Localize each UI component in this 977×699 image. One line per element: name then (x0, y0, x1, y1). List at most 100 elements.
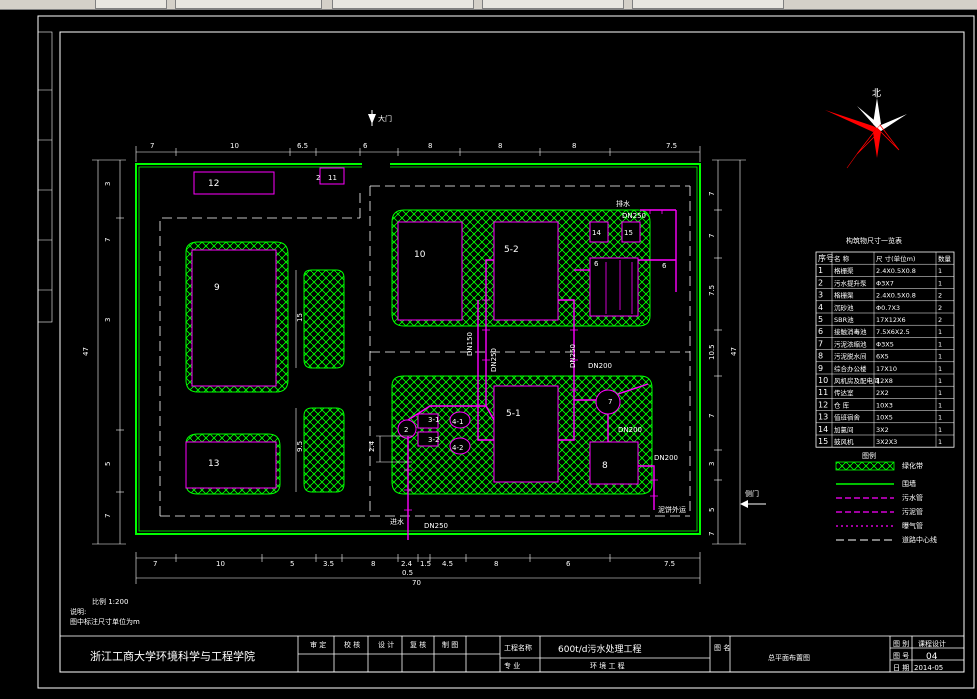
table-cell: 1 (938, 340, 942, 348)
table-cell: 9 (818, 364, 823, 373)
table-cell: 10X5 (876, 414, 893, 422)
table-header-cell: 序号 (818, 253, 834, 263)
top-dimension-line (135, 146, 701, 162)
label-building: 4-2 (452, 444, 463, 452)
pipe-label: DN200 (654, 454, 678, 462)
dim-total-width: 70 (412, 579, 421, 587)
dim-left: 3 (104, 182, 112, 186)
table-cell: 2.4X0.5X0.8 (876, 267, 916, 275)
toolbar-segment[interactable] (95, 0, 167, 9)
dim-bottom: 5 (290, 560, 294, 568)
dim-bottom: 2.4 (401, 560, 413, 568)
tank-sbr-5-1[interactable] (493, 385, 559, 483)
pipe-label: 进水 (390, 517, 404, 526)
table-cell: 14 (818, 425, 828, 434)
dim-bottom-small: 0.5 (402, 569, 413, 577)
title-block-cell: 校 核 (344, 640, 360, 649)
dim-bottom: 8 (494, 560, 498, 568)
binding-strip (37, 31, 53, 323)
title-block-cell: 审 定 (310, 640, 326, 649)
table-cell: 3 (818, 291, 823, 300)
legend: 图例 (835, 451, 895, 541)
legend-item: 污泥管 (902, 507, 923, 516)
table-cell: 10 (818, 376, 828, 385)
table-cell: 1 (938, 267, 942, 275)
cad-drawing-canvas[interactable]: 北 大门 侧门 7 10 6.5 6 8 8 8 7.5 7 10 5 3.5 … (0, 10, 977, 699)
table-cell: 污泥脱水间 (834, 352, 867, 361)
table-cell: 10X3 (876, 401, 893, 409)
table-cell: 传达室 (834, 388, 854, 397)
dim-right: 5 (708, 508, 716, 512)
legend-item: 围墙 (902, 479, 916, 488)
dim-right: 7.5 (708, 285, 716, 296)
table-cell: Φ3X5 (876, 340, 894, 348)
table-cell: 6 (818, 327, 823, 336)
dim-right: 47 (730, 347, 738, 356)
table-cell: 12X8 (876, 377, 893, 385)
dim-inner: 15 (296, 313, 304, 322)
table-cell: Φ0.7X3 (876, 304, 900, 312)
table-cell: 1 (938, 328, 942, 336)
dim-right: 3 (708, 462, 716, 466)
table-cell: 值班宿舍 (834, 413, 861, 422)
table-cell: 1 (938, 389, 942, 397)
dim-bottom: 3.5 (323, 560, 334, 568)
table-cell: 综合办公楼 (834, 364, 867, 373)
table-cell: 6X5 (876, 353, 889, 361)
dim-top: 6.5 (297, 142, 308, 150)
table-cell: 11 (818, 388, 828, 397)
table-cell: 5 (818, 315, 823, 324)
title-block-cell: 制 图 (442, 640, 458, 649)
building-blower-room[interactable] (397, 221, 463, 321)
right-label: 图 号 (893, 652, 909, 660)
dim-bottom: 1.5 (420, 560, 431, 568)
table-cell: 1 (938, 426, 942, 434)
table-cell: 仓 库 (834, 400, 850, 409)
table-title: 构筑物尺寸一览表 (846, 236, 902, 245)
building-warehouse[interactable] (193, 171, 275, 195)
toolbar-segment[interactable] (632, 0, 784, 9)
building-office[interactable] (191, 249, 277, 387)
label-building: 4-1 (452, 418, 463, 426)
legend-title: 图例 (862, 451, 876, 460)
label-building: 5-1 (506, 409, 521, 419)
dim-top: 6 (363, 142, 368, 150)
table-cell: 格栅渠 (834, 266, 854, 275)
table-cell: 2 (938, 304, 942, 312)
table-cell: SBR池 (834, 315, 854, 324)
building-sludge-dewatering[interactable] (589, 441, 639, 485)
table-cell: 2.4X0.5X0.8 (876, 292, 916, 300)
toolbar-segment[interactable] (482, 0, 624, 9)
legend-item: 道路中心线 (902, 535, 937, 544)
drawing-name: 总平面布置图 (768, 653, 810, 662)
dim-left: 7 (104, 238, 112, 242)
toolbar-segment[interactable] (175, 0, 322, 9)
table-cell: 鼓风机 (834, 437, 854, 446)
table-cell: 接触消毒池 (834, 327, 867, 336)
table-cell: 1 (818, 266, 823, 275)
pipe-label: 排水 (616, 199, 630, 208)
dim-inner: 2.4 (368, 440, 376, 452)
pipe-label: 泥饼外运 (658, 505, 686, 514)
dim-right: 7 (708, 414, 716, 418)
dim-bottom: 7 (153, 560, 157, 568)
note-line: 比例 1:200 (92, 597, 128, 606)
dim-right: 7 (708, 532, 716, 536)
main-gate-marker (368, 110, 376, 126)
label-building: 7 (608, 398, 612, 406)
label-building: 2 (404, 426, 408, 434)
right-label: 图 别 (893, 639, 909, 648)
main-gate-label: 大门 (378, 114, 392, 123)
building-dormitory[interactable] (185, 441, 277, 489)
pipe-label: DN150 (466, 332, 474, 356)
tank-sbr-5-2[interactable] (493, 221, 559, 321)
table-cell: 7 (818, 339, 823, 348)
toolbar-segment[interactable] (332, 0, 474, 9)
side-gate-marker (740, 500, 766, 508)
table-cell: 格栅渠 (834, 291, 854, 300)
table-cell: 17X10 (876, 365, 897, 373)
legend-item: 污水管 (902, 493, 923, 502)
label-building: 3-2 (428, 436, 439, 444)
table-cell: 13 (818, 413, 828, 422)
table-cell: 加氯间 (834, 425, 854, 434)
